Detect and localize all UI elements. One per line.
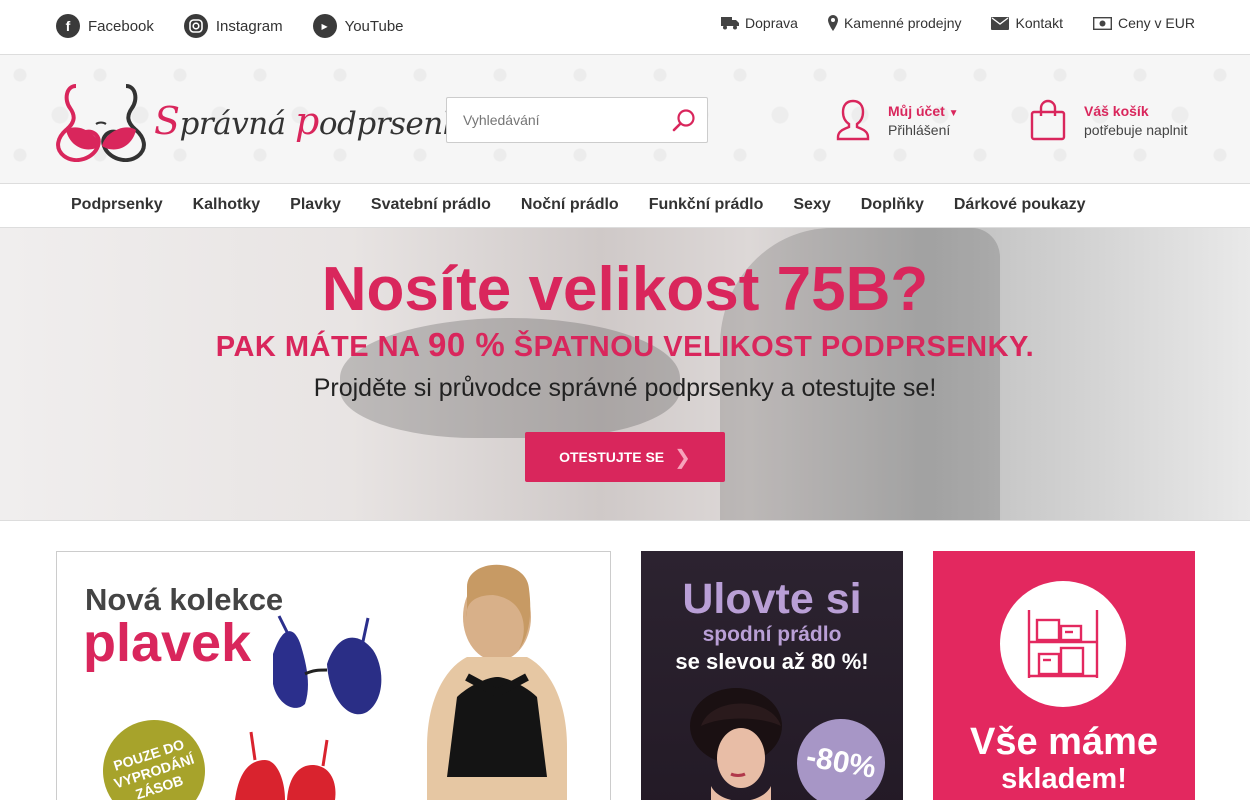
model-image <box>427 564 567 800</box>
warehouse-shelf-icon <box>1027 610 1099 678</box>
cart[interactable]: Váš košík potřebuje naplnit <box>1030 99 1188 141</box>
search-box <box>446 97 708 143</box>
currency-label: Ceny v EUR <box>1117 15 1195 31</box>
youtube-label: YouTube <box>344 17 404 35</box>
envelope-icon <box>991 16 1010 30</box>
youtube-link[interactable]: ▶ YouTube <box>312 14 404 38</box>
promo-sale-discount-text: se slevou až 80 %! <box>675 649 869 674</box>
swans-logo-icon <box>56 84 146 162</box>
youtube-icon: ▶ <box>312 14 337 38</box>
promo-stock-subtitle: skladem! <box>1001 763 1127 795</box>
hero-banner[interactable]: Nosíte velikost 75B? PAK MÁTE NA 90 % ŠP… <box>0 228 1250 521</box>
woman-image <box>690 688 782 800</box>
nav-item-kalhotky[interactable]: Kalhotky <box>178 196 276 214</box>
account-label: Můj účet ▼ <box>888 102 959 119</box>
contact-link[interactable]: Kontakt <box>991 15 1063 31</box>
promo-in-stock[interactable]: Vše máme skladem! <box>933 551 1195 800</box>
nav-item-podprsenky[interactable]: Podprsenky <box>56 196 178 214</box>
facebook-icon: f <box>56 14 80 38</box>
instagram-label: Instagram <box>215 17 283 35</box>
search-input[interactable] <box>447 98 657 142</box>
test-yourself-button[interactable]: OTESTUJTE SE ❯ <box>525 432 725 482</box>
nav-item-nocni-pradlo[interactable]: Noční prádlo <box>506 196 634 214</box>
promo-sale-title: Ulovte si <box>682 575 862 623</box>
shopping-bag-icon <box>1030 99 1066 141</box>
clearance-badge: POUZE DO VYPRODÁNÍ ZÁSOB <box>89 706 219 800</box>
promo-sale-subtitle: spodní prádlo <box>702 623 842 646</box>
search-button[interactable] <box>671 108 697 139</box>
shipping-label: Doprava <box>745 15 798 31</box>
nav-item-plavky[interactable]: Plavky <box>275 196 356 214</box>
cart-status: potřebuje naplnit <box>1084 121 1188 138</box>
hero-title: Nosíte velikost 75B? <box>321 255 929 324</box>
facebook-label: Facebook <box>88 17 154 35</box>
promo-swimwear[interactable]: Nová kolekce plavek POUZE DO VYPRODÁNÍ Z… <box>56 551 611 800</box>
nav-item-funkcni-pradlo[interactable]: Funkční prádlo <box>634 196 779 214</box>
shelf-icon-circle <box>1000 581 1126 707</box>
search-icon <box>672 109 695 132</box>
chevron-down-icon: ▼ <box>948 107 959 119</box>
red-bikini-image <box>235 731 336 800</box>
nav-item-sexy[interactable]: Sexy <box>778 196 845 214</box>
nav-item-darkove-poukazy[interactable]: Dárkové poukazy <box>939 196 1101 214</box>
promo-stock-title: Vše máme <box>969 721 1158 763</box>
logo-text: Správná podprsenka <box>154 99 480 143</box>
stores-label: Kamenné prodejny <box>843 15 962 31</box>
hero-subtitle: PAK MÁTE NA 90 % ŠPATNOU VELIKOST PODPRS… <box>215 326 1035 363</box>
cart-label: Váš košík <box>1084 102 1149 119</box>
login-link[interactable]: Přihlášení <box>888 122 959 138</box>
main-nav: Podprsenky Kalhotky Plavky Svatební prád… <box>0 183 1250 228</box>
nav-item-svatebni-pradlo[interactable]: Svatební prádlo <box>356 196 506 214</box>
discount-badge: -80% <box>790 712 892 800</box>
top-bar: f Facebook Instagram ▶ YouTube Doprava K… <box>0 0 1250 55</box>
site-header: Správná podprsenka Můj účet ▼ Přihlášení… <box>0 55 1250 183</box>
shipping-link[interactable]: Doprava <box>721 15 798 31</box>
utility-links: Doprava Kamenné prodejny Kontakt Ceny v … <box>721 15 1195 31</box>
instagram-link[interactable]: Instagram <box>183 14 283 38</box>
nav-item-doplnky[interactable]: Doplňky <box>846 196 939 214</box>
money-icon <box>1092 16 1112 30</box>
truck-icon <box>721 17 740 30</box>
chevron-right-icon: ❯ <box>674 446 691 469</box>
user-icon <box>836 99 870 141</box>
blue-bikini-image <box>273 615 382 715</box>
promo-swimwear-highlight: plavek <box>83 613 252 673</box>
facebook-link[interactable]: f Facebook <box>56 14 154 38</box>
stores-link[interactable]: Kamenné prodejny <box>827 15 962 31</box>
promo-sale[interactable]: Ulovte si spodní prádlo se slevou až 80 … <box>641 551 903 800</box>
contact-label: Kontakt <box>1015 15 1063 31</box>
map-pin-icon <box>827 15 838 31</box>
currency-link[interactable]: Ceny v EUR <box>1092 15 1195 31</box>
social-links: f Facebook Instagram ▶ YouTube <box>56 14 404 38</box>
logo[interactable]: Správná podprsenka <box>56 80 480 162</box>
instagram-icon <box>183 14 208 38</box>
account-menu[interactable]: Můj účet ▼ Přihlášení <box>836 99 959 141</box>
hero-text: Projděte si průvodce správné podprsenky … <box>313 374 937 402</box>
